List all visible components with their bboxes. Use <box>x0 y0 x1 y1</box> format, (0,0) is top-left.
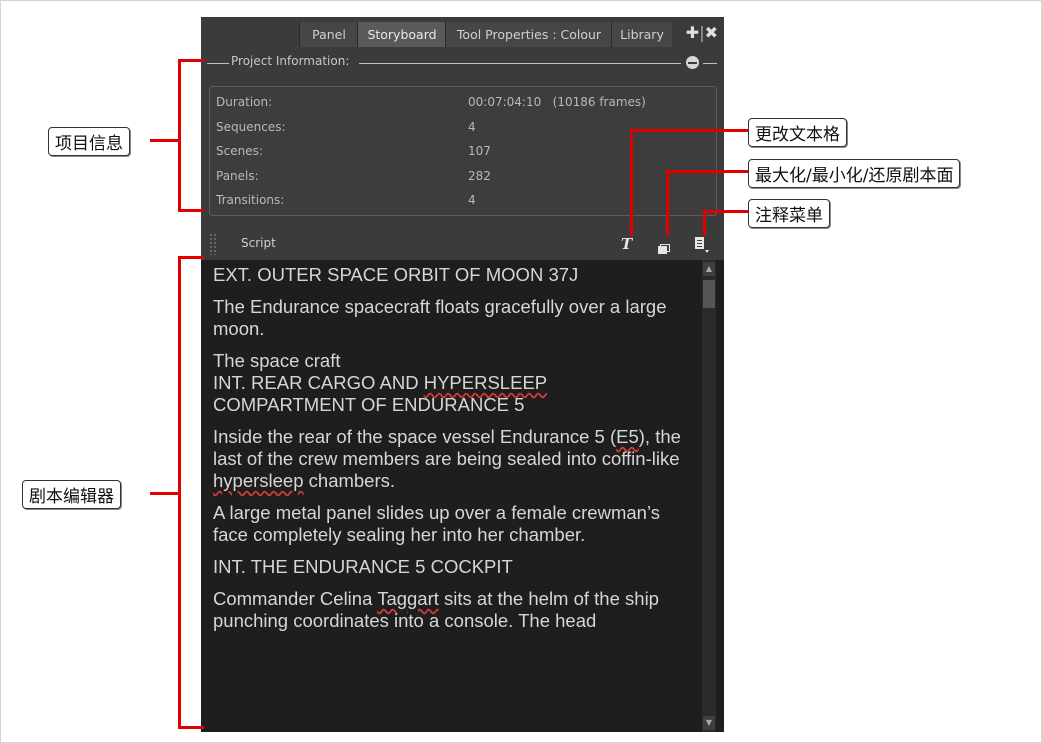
storyboard-panel-window: Panel Storyboard Tool Properties : Colou… <box>201 17 724 732</box>
scroll-thumb[interactable] <box>703 280 715 308</box>
info-label-sequences: Sequences: <box>216 120 286 134</box>
callout-notes-menu: 注释菜单 <box>748 199 830 228</box>
script-paragraph: Commander Celina Taggart sits at the hel… <box>213 588 683 632</box>
script-paragraph: The Endurance spacecraft floats graceful… <box>213 296 667 339</box>
maximize-restore-icon[interactable] <box>658 239 670 258</box>
tab-bar: Panel Storyboard Tool Properties : Colou… <box>201 17 724 47</box>
annotation-line <box>178 726 204 729</box>
annotation-line <box>666 170 750 173</box>
annotation-line <box>703 210 706 236</box>
script-line: COMPARTMENT OF ENDURANCE 5 <box>213 394 525 415</box>
editor-scrollbar[interactable]: ▲ ▼ <box>702 260 716 732</box>
scroll-down-icon[interactable]: ▼ <box>703 716 715 730</box>
info-value-sequences: 4 <box>468 120 476 134</box>
info-label-transitions: Transitions: <box>216 193 285 207</box>
annotation-line <box>630 129 750 132</box>
scroll-up-icon[interactable]: ▲ <box>703 262 715 276</box>
script-paragraph: A large metal panel slides up over a fem… <box>213 502 660 545</box>
annotation-line <box>150 492 180 495</box>
add-tab-icon[interactable]: ✚ <box>686 23 699 42</box>
collapse-icon[interactable] <box>686 56 699 69</box>
annotation-line <box>703 210 750 213</box>
tab-panel[interactable]: Panel <box>299 22 358 47</box>
project-info-box: Duration: 00:07:04:10 (10186 frames) Seq… <box>209 86 717 216</box>
callout-text-format: 更改文本格 <box>748 118 847 147</box>
annotation-line <box>178 209 204 212</box>
spelling-error: HYPERSLEEP <box>423 372 548 393</box>
script-line: The space craft <box>213 350 341 371</box>
script-paragraph: EXT. OUTER SPACE ORBIT OF MOON 37J <box>213 264 579 285</box>
spelling-error: Taggart <box>377 588 439 609</box>
script-paragraph: The space craft INT. REAR CARGO AND HYPER… <box>213 350 683 416</box>
divider <box>359 63 681 64</box>
drag-handle-icon[interactable] <box>209 233 217 255</box>
callout-project-info: 项目信息 <box>48 127 130 156</box>
tab-library[interactable]: Library <box>611 22 672 47</box>
notes-menu-icon[interactable] <box>695 237 709 257</box>
annotation-line <box>630 129 633 236</box>
info-label-panels: Panels: <box>216 169 259 183</box>
info-label-scenes: Scenes: <box>216 144 263 158</box>
info-label-duration: Duration: <box>216 95 273 109</box>
close-icon[interactable]: ✖ <box>705 23 718 42</box>
script-line: INT. REAR CARGO AND <box>213 372 424 393</box>
text-format-icon[interactable]: T <box>621 235 632 253</box>
project-info-header: Project Information: <box>201 54 724 72</box>
info-value-duration: 00:07:04:10 (10186 frames) <box>468 95 646 109</box>
info-value-panels: 282 <box>468 169 491 183</box>
spelling-error: hypersleep <box>213 470 304 491</box>
script-editor-text[interactable]: EXT. OUTER SPACE ORBIT OF MOON 37J The E… <box>213 264 683 642</box>
annotation-line <box>150 139 180 142</box>
annotation-line <box>666 170 669 236</box>
annotation-bracket-project-info <box>178 59 181 212</box>
divider <box>703 63 717 64</box>
script-text: Commander Celina <box>213 588 378 609</box>
divider <box>207 63 229 64</box>
callout-script-editor: 剧本编辑器 <box>22 480 121 509</box>
info-value-scenes: 107 <box>468 144 491 158</box>
tab-storyboard[interactable]: Storyboard <box>357 22 446 47</box>
script-paragraph: INT. THE ENDURANCE 5 COCKPIT <box>213 556 513 577</box>
tab-tool-properties[interactable]: Tool Properties : Colour <box>445 22 612 47</box>
project-info-title: Project Information: <box>231 54 350 68</box>
script-paragraph: Inside the rear of the space vessel Endu… <box>213 426 683 492</box>
script-text: Inside the rear of the space vessel Endu… <box>213 426 617 447</box>
script-text: chambers. <box>303 470 396 491</box>
script-label: Script <box>241 236 276 250</box>
spelling-error: E5 <box>616 426 639 447</box>
annotation-line <box>178 59 204 62</box>
callout-maximize: 最大化/最小化/还原剧本面 <box>748 159 961 188</box>
info-value-transitions: 4 <box>468 193 476 207</box>
script-editor[interactable]: EXT. OUTER SPACE ORBIT OF MOON 37J The E… <box>201 260 724 732</box>
tab-bar-controls: ✚|✖ <box>686 23 718 42</box>
script-toolbar: Script T <box>201 227 724 260</box>
annotation-line <box>178 256 204 259</box>
